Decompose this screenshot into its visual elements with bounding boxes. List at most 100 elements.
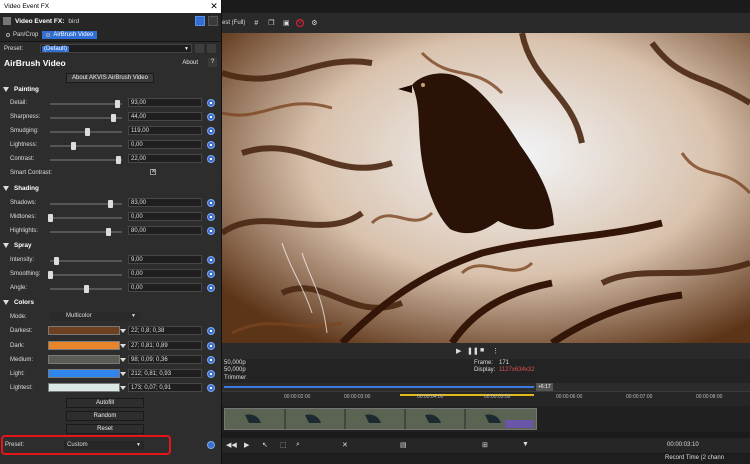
slider-thumb[interactable] <box>111 114 117 122</box>
delete-icon[interactable]: ✕ <box>342 441 348 449</box>
rewind-icon[interactable]: ◀◀ <box>226 441 237 449</box>
pause-icon[interactable]: ❚❚ <box>467 347 479 355</box>
slider-thumb[interactable] <box>114 100 120 108</box>
save-snapshot-icon[interactable]: ▣ <box>281 18 291 28</box>
sharpness-input[interactable]: 44,00 <box>128 112 202 121</box>
section-painting[interactable]: Painting <box>3 86 39 93</box>
color-value[interactable]: 173; 0,07; 0,91 <box>128 383 202 392</box>
split-view-icon[interactable] <box>195 16 205 26</box>
slider-thumb[interactable] <box>105 228 111 236</box>
section-colors[interactable]: Colors <box>3 299 34 306</box>
smudging-slider[interactable] <box>50 128 122 136</box>
loop-region[interactable] <box>224 386 534 388</box>
color-value[interactable]: 98; 0,09; 0,36 <box>128 355 202 364</box>
keyframe-icon[interactable] <box>207 199 215 207</box>
slider-thumb[interactable] <box>107 200 113 208</box>
lock-icon[interactable]: ▤ <box>400 441 407 449</box>
smart-contrast-checkbox[interactable]: ✕ <box>150 169 156 175</box>
timeline-ruler[interactable]: 00:00:02:00 00:00:03:00 00:00:04:00 00:0… <box>222 391 750 406</box>
section-spray[interactable]: Spray <box>3 242 32 249</box>
keyframe-icon[interactable] <box>207 270 215 278</box>
keyframe-icon[interactable] <box>207 256 215 264</box>
preset-dropdown[interactable]: (Default) ▼ <box>40 44 192 53</box>
detail-slider[interactable] <box>50 100 122 108</box>
detail-input[interactable]: 93,00 <box>128 98 202 107</box>
video-clip[interactable] <box>224 408 537 430</box>
close-icon[interactable]: ✕ <box>207 0 221 13</box>
grid-icon[interactable]: # <box>251 18 261 28</box>
window-titlebar[interactable]: Video Event FX ✕ <box>0 0 221 13</box>
color-value[interactable]: 27; 0,81; 0,89 <box>128 341 202 350</box>
highlights-input[interactable]: 80,00 <box>128 226 202 235</box>
slider-thumb[interactable] <box>85 128 91 136</box>
copy-icon[interactable]: ❐ <box>266 18 276 28</box>
midtones-slider[interactable] <box>48 214 122 222</box>
smudging-input[interactable]: 119,00 <box>128 126 202 135</box>
slider-thumb[interactable] <box>48 214 53 222</box>
loop-region-bar[interactable]: +6:17 <box>222 383 750 391</box>
intensity-input[interactable]: 9,00 <box>128 255 202 264</box>
smoothing-input[interactable]: 0,00 <box>128 269 202 278</box>
section-shading[interactable]: Shading <box>3 185 39 192</box>
color-value[interactable]: 212; 0,81; 0,93 <box>128 369 202 378</box>
contrast-slider[interactable] <box>50 156 122 164</box>
shadows-slider[interactable] <box>50 200 122 208</box>
keyframe-icon[interactable] <box>207 113 215 121</box>
midtones-input[interactable]: 0,00 <box>128 212 202 221</box>
lightness-input[interactable]: 0,00 <box>128 140 202 149</box>
bottom-preset-dropdown[interactable]: Custom ▼ <box>64 441 144 450</box>
loop-icon[interactable]: ⋮ <box>492 347 499 355</box>
keyframe-icon[interactable] <box>207 141 215 149</box>
settings-icon[interactable]: ⚙ <box>309 18 319 28</box>
color-swatch[interactable] <box>48 383 126 392</box>
stop-icon[interactable]: ■ <box>480 347 484 354</box>
keyframe-icon[interactable] <box>207 342 215 350</box>
save-preset-icon[interactable] <box>195 44 204 53</box>
delete-preset-icon[interactable] <box>207 44 216 53</box>
preview-quality-dropdown[interactable]: est (Full) <box>222 20 245 26</box>
keyframe-icon[interactable] <box>207 384 215 392</box>
smoothing-slider[interactable] <box>48 271 122 279</box>
about-link[interactable]: About <box>182 60 198 66</box>
intensity-slider[interactable] <box>50 257 122 265</box>
keyframe-icon[interactable] <box>207 356 215 364</box>
keyframe-icon[interactable] <box>207 99 215 107</box>
envelope-tool-icon[interactable]: ⬚ <box>280 441 287 449</box>
video-preview[interactable] <box>222 33 750 343</box>
record-icon[interactable]: V <box>296 19 305 27</box>
slider-thumb[interactable] <box>48 271 53 279</box>
random-button[interactable]: Random <box>66 411 144 421</box>
mode-dropdown[interactable]: Multicolor ▼ <box>50 312 140 321</box>
play-icon[interactable]: ▶ <box>456 347 461 355</box>
highlights-slider[interactable] <box>50 228 122 236</box>
keyframe-icon[interactable] <box>207 284 215 292</box>
play-icon[interactable]: ▶ <box>244 441 249 449</box>
sharpness-slider[interactable] <box>50 114 122 122</box>
loop-end-marker[interactable]: +6:17 <box>536 383 553 391</box>
color-value[interactable]: 22; 0,8; 0,38 <box>128 326 202 335</box>
keyframe-icon[interactable] <box>207 327 215 335</box>
keyframe-icon[interactable] <box>207 370 215 378</box>
snapping-icon[interactable]: ⊞ <box>482 441 488 449</box>
autofill-button[interactable]: Autofill <box>66 398 144 408</box>
help-button[interactable]: ? <box>208 58 217 67</box>
slider-thumb[interactable] <box>54 257 60 265</box>
about-akvis-button[interactable]: About AKVIS AirBrush Video <box>66 73 154 83</box>
contrast-input[interactable]: 22,00 <box>128 154 202 163</box>
lightness-slider[interactable] <box>50 142 122 150</box>
keyframe-icon[interactable] <box>207 441 215 449</box>
slider-thumb[interactable] <box>116 156 122 164</box>
angle-slider[interactable] <box>50 285 122 293</box>
marker-icon[interactable]: ▼ <box>522 441 529 448</box>
color-swatch[interactable] <box>48 326 126 335</box>
normal-edit-tool-icon[interactable]: ↖ <box>262 441 268 449</box>
slider-thumb[interactable] <box>84 285 89 293</box>
shadows-input[interactable]: 83,00 <box>128 198 202 207</box>
keyframe-icon[interactable] <box>207 213 215 221</box>
event-fx-icon[interactable] <box>505 420 533 428</box>
color-swatch[interactable] <box>48 355 126 364</box>
keyframe-icon[interactable] <box>207 155 215 163</box>
chain-item-airbrush[interactable]: AirBrush Video <box>42 31 98 39</box>
chain-item-pan-crop[interactable]: Pan/Crop <box>2 31 42 39</box>
angle-input[interactable]: 0,00 <box>128 283 202 292</box>
